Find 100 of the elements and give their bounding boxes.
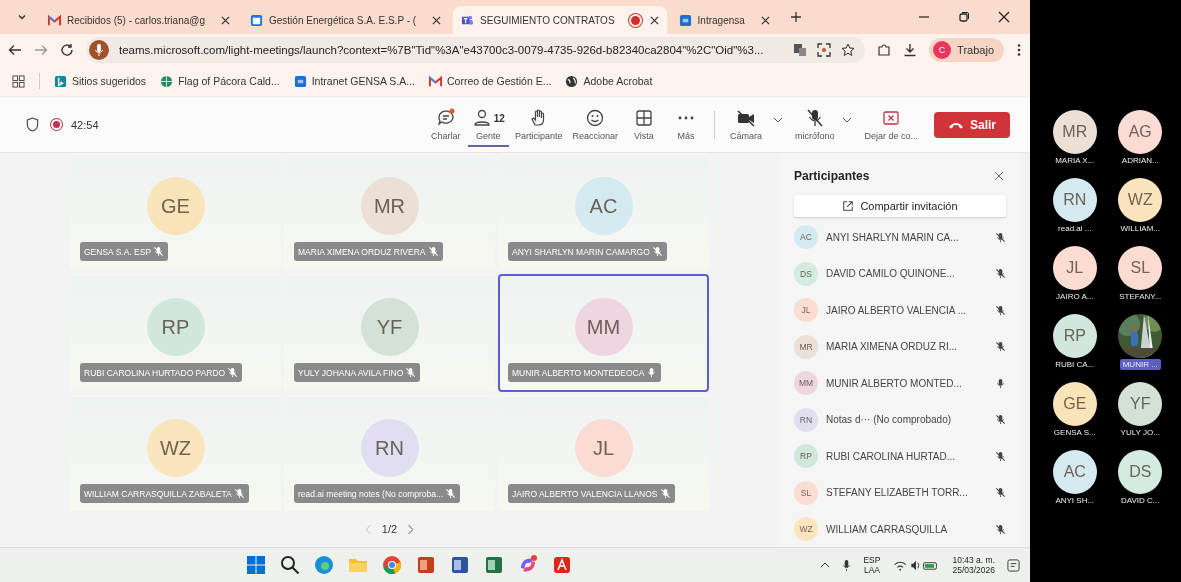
participant-name: ANYI SHARLYN MARIN CA... (826, 231, 960, 243)
avatar: GE (146, 177, 205, 235)
clock[interactable]: 10:43 a. m. 25/03/2026 (952, 554, 995, 576)
avatar: RP (1052, 314, 1097, 358)
close-icon[interactable] (998, 11, 1010, 23)
browser-tab[interactable]: SEGUIMIENTO CONTRATOS (453, 6, 667, 34)
bookmark-link[interactable]: Flag of Pácora Cald... (160, 74, 280, 88)
star-icon[interactable] (841, 43, 856, 57)
avatar: DS (794, 261, 818, 286)
toolbar-button[interactable]: Participante (510, 102, 567, 147)
menu-icon[interactable] (1016, 43, 1022, 57)
bookmark-link[interactable]: Sitios sugeridos (54, 74, 147, 88)
globe-icon (565, 74, 579, 88)
stop-share-icon (881, 108, 902, 128)
participant-row[interactable]: SL STEFANY ELIZABETH TORR... (780, 474, 1020, 511)
chat-icon (435, 108, 456, 128)
participant-name: JAIRO ALBERTO VALENCIA ... (826, 304, 968, 316)
participant-name: YULY JOHANA AVILA FINO (298, 367, 404, 378)
toolbar-button[interactable]: Vista (623, 102, 664, 147)
toolbar-button[interactable]: 12 Gente (467, 102, 509, 147)
toolbar-button[interactable]: Más (665, 102, 706, 147)
video-tile[interactable]: WZ WILLIAM CARRASQUILLA ZABALETA (70, 395, 281, 513)
avatar: AG (1118, 110, 1163, 154)
mic-icon[interactable] (842, 558, 852, 572)
language-indicator[interactable]: ESP LAA (863, 554, 881, 576)
participant-name: WILLIAM CARRASQUILLA (826, 523, 949, 535)
mic-off-icon (804, 108, 825, 128)
translate-icon[interactable] (793, 43, 808, 57)
next-icon[interactable] (407, 523, 415, 535)
video-tile[interactable]: AC ANYI SHARLYN MARIN CAMARGO (498, 153, 709, 271)
participant-name: GENSA S.A. ESP (84, 246, 152, 257)
caret-icon[interactable] (842, 116, 853, 123)
video-tile[interactable]: YF YULY JOHANA AVILA FINO (284, 274, 495, 392)
avatar: RN (360, 419, 419, 477)
apps-icon[interactable] (12, 74, 25, 88)
video-tile[interactable]: JL JAIRO ALBERTO VALENCIA LLANOS (498, 395, 709, 513)
close-icon[interactable] (432, 15, 442, 25)
participant-name: MARIA XIMENA ORDUZ RIVERA (298, 246, 426, 257)
meeting-timer: 42:54 (71, 118, 99, 131)
participant-name: Notas d··· (No comprobado) (826, 414, 953, 426)
lens-icon[interactable] (817, 43, 832, 57)
download-icon[interactable] (903, 43, 918, 57)
toolbar-button[interactable]: Charlar (425, 102, 466, 147)
participant-row[interactable]: AC ANYI SHARLYN MARIN CA... (780, 219, 1020, 256)
calendar-icon (250, 13, 263, 27)
extension-icon[interactable] (877, 43, 892, 57)
toolbar-button[interactable]: Cámara (722, 102, 769, 147)
tab-title: Intragensa (697, 14, 745, 26)
participant-row[interactable]: WZ WILLIAM CARRASQUILLA (780, 511, 1020, 547)
toolbar-button[interactable]: Reaccionar (568, 102, 622, 147)
notification-icon[interactable] (1007, 558, 1020, 572)
toolbar-button[interactable]: Dejar de co... (860, 102, 922, 147)
chevron-up-icon[interactable] (820, 562, 831, 568)
browser-tab[interactable]: Intragensa (670, 6, 778, 34)
toolbar-button[interactable]: micrófono (790, 102, 839, 147)
browser-tab[interactable]: Gestión Energética S.A. E.S.P - ( (242, 6, 450, 34)
new-tab-icon[interactable] (789, 11, 802, 23)
tab-title: Gestión Energética S.A. E.S.P - ( (269, 14, 417, 26)
participant-name: read.ai ... (1057, 223, 1093, 234)
close-icon[interactable] (221, 15, 230, 25)
profile-button[interactable]: C Trabajo (929, 38, 1004, 62)
participant-row[interactable]: RP RUBI CAROLINA HURTAD... (780, 438, 1020, 475)
video-tile[interactable]: MM MUNIR ALBERTO MONTEDEOCA (498, 274, 709, 392)
b-logo-icon (54, 74, 67, 88)
browser-tab[interactable]: Recibidos (5) - carlos.triana@g (40, 6, 238, 34)
close-icon[interactable] (649, 15, 659, 25)
avatar: JL (574, 419, 633, 477)
address-bar[interactable]: teams.microsoft.com/light-meetings/launch?context=%7B"Tid"%3A"e43700c3-0079-4735-926d-b82340ca2804"%2C"Oid"%3... (86, 37, 866, 63)
participant-row[interactable]: JL JAIRO ALBERTO VALENCIA ... (780, 292, 1020, 329)
participant-row[interactable]: MR MARIA XIMENA ORDUZ RI... (780, 328, 1020, 365)
share-invite-button[interactable]: Compartir invitación (794, 195, 1006, 217)
smile-icon (585, 108, 606, 128)
participant-row[interactable]: DS DAVID CAMILO QUINONE... (780, 255, 1020, 292)
bookmark-link[interactable]: Intranet GENSA S.A... (293, 74, 415, 88)
participant-row[interactable]: RN Notas d··· (No comprobado) (780, 401, 1020, 438)
shield-icon (26, 117, 39, 132)
avatar: JL (794, 298, 818, 323)
caret-icon[interactable] (772, 116, 783, 123)
video-tile[interactable]: RP RUBI CAROLINA HURTADO PARDO (70, 274, 281, 392)
leave-button[interactable]: Salir (934, 111, 1010, 138)
chrome-icon[interactable] (381, 554, 404, 576)
bookmark-link[interactable]: Correo de Gestión E... (429, 74, 552, 88)
video-tile[interactable]: RN read.ai meeting notes (No comproba... (284, 395, 495, 513)
restore-icon[interactable] (958, 11, 970, 23)
close-icon[interactable] (760, 15, 770, 25)
participant-name: MUNIR ... (1119, 359, 1161, 370)
url-text: teams.microsoft.com/light-meetings/launch?context=%7B"Tid"%3A"e43700c3-0079-4735-926d-b82340ca2804"%2C"Oid"%3... (119, 44, 765, 56)
video-tile[interactable]: GE GENSA S.A. ESP (70, 153, 281, 271)
search-icon[interactable] (279, 554, 302, 576)
windows-icon[interactable] (245, 554, 268, 576)
close-icon[interactable] (994, 171, 1004, 181)
reload-icon[interactable] (60, 43, 74, 57)
avatar: MR (1052, 110, 1097, 154)
avatar: MR (794, 334, 818, 359)
avatar: GE (1052, 382, 1097, 426)
back-icon[interactable] (8, 43, 22, 57)
profile-avatar: C (933, 41, 952, 59)
participant-row[interactable]: MM MUNIR ALBERTO MONTED... (780, 365, 1020, 402)
video-tile[interactable]: MR MARIA XIMENA ORDUZ RIVERA (284, 153, 495, 271)
bookmark-link[interactable]: Adobe Acrobat (565, 74, 653, 88)
